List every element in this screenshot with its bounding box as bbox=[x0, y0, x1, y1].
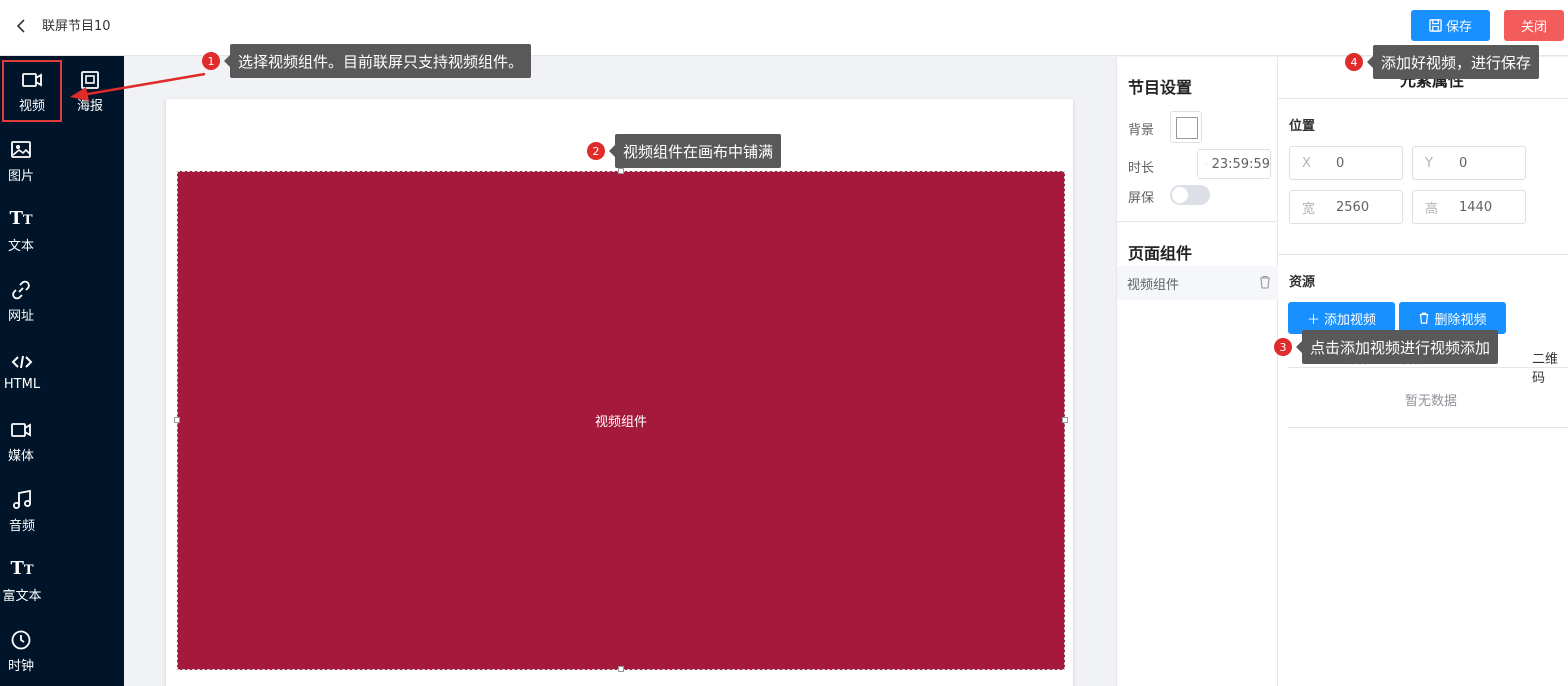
tool-label: HTML bbox=[3, 376, 41, 392]
tool-image[interactable]: 图片 bbox=[0, 130, 51, 192]
width-input[interactable]: 宽 2560 bbox=[1289, 190, 1403, 224]
save-icon bbox=[1429, 19, 1442, 32]
resize-handle-bottom[interactable] bbox=[618, 666, 624, 672]
link-icon bbox=[12, 280, 30, 299]
duration-value: 23:59:59 bbox=[1211, 156, 1270, 172]
height-label: 高 bbox=[1425, 201, 1439, 217]
image-icon bbox=[11, 140, 31, 158]
x-label: X bbox=[1302, 155, 1311, 171]
annotation-tooltip: 添加好视频，进行保存 bbox=[1366, 45, 1540, 79]
tool-label: 海报 bbox=[76, 98, 103, 114]
background-label: 背景 bbox=[1128, 123, 1155, 138]
tool-html[interactable]: HTML bbox=[0, 340, 52, 402]
delete-video-label: 删除视频 bbox=[1434, 312, 1487, 328]
tool-audio[interactable]: 音频 bbox=[0, 480, 52, 542]
position-title: 位置 bbox=[1289, 119, 1316, 134]
trash-icon[interactable] bbox=[1258, 275, 1272, 289]
divider bbox=[1117, 221, 1278, 222]
trash-icon bbox=[1420, 312, 1429, 324]
tool-richtext[interactable]: TT 富文本 bbox=[0, 550, 52, 612]
tool-text[interactable]: TT 文本 bbox=[0, 200, 51, 262]
components-title: 页面组件 bbox=[1128, 244, 1193, 263]
x-input[interactable]: X 0 bbox=[1289, 146, 1403, 180]
tool-poster[interactable]: 海报 bbox=[60, 60, 120, 122]
annotation-badge: 3 bbox=[1274, 338, 1292, 356]
divider bbox=[1288, 427, 1568, 428]
tool-label: 富文本 bbox=[2, 588, 42, 604]
video-component-label: 视频组件 bbox=[594, 415, 647, 430]
text-icon: TT bbox=[9, 207, 33, 229]
resize-handle-top[interactable] bbox=[618, 168, 624, 174]
back-arrow-icon[interactable] bbox=[12, 16, 32, 36]
y-value: 0 bbox=[1459, 155, 1468, 171]
tool-link[interactable]: 网址 bbox=[0, 270, 51, 332]
component-list-item[interactable]: 视频组件 bbox=[1117, 266, 1278, 300]
screensaver-toggle[interactable] bbox=[1170, 185, 1210, 205]
save-label: 保存 bbox=[1445, 20, 1472, 35]
annotation-badge: 1 bbox=[202, 52, 220, 70]
video-icon bbox=[22, 72, 42, 87]
video-component[interactable]: 视频组件 bbox=[177, 171, 1065, 670]
program-settings-panel: 节目设置 背景 时长 23:59:59 屏保 页面组件 视频组件 bbox=[1116, 57, 1278, 686]
richtext-icon: TT bbox=[10, 557, 34, 579]
width-value: 2560 bbox=[1336, 199, 1370, 215]
tool-label: 网址 bbox=[7, 308, 34, 324]
tool-clock[interactable]: 时钟 bbox=[0, 620, 51, 682]
tool-media[interactable]: 媒体 bbox=[0, 410, 51, 472]
code-icon bbox=[11, 355, 33, 368]
program-title: 联屏节目10 bbox=[42, 19, 111, 34]
clock-icon bbox=[1206, 163, 1208, 165]
tool-video[interactable]: 视频 bbox=[2, 60, 62, 122]
annotation-badge: 2 bbox=[587, 142, 605, 160]
empty-state-text: 暂无数据 bbox=[1405, 394, 1458, 409]
tool-label: 音频 bbox=[8, 518, 35, 534]
screensaver-label: 屏保 bbox=[1128, 191, 1155, 206]
height-value: 1440 bbox=[1459, 199, 1493, 215]
tool-label: 图片 bbox=[7, 168, 34, 184]
divider bbox=[1278, 98, 1568, 99]
tool-label: 媒体 bbox=[7, 448, 34, 464]
component-item-label: 视频组件 bbox=[1127, 277, 1180, 293]
media-icon bbox=[11, 422, 31, 437]
duration-input[interactable]: 23:59:59 bbox=[1197, 149, 1271, 179]
poster-icon bbox=[81, 70, 99, 89]
y-label: Y bbox=[1425, 155, 1433, 171]
width-label: 宽 bbox=[1302, 201, 1316, 217]
resize-handle-left[interactable] bbox=[174, 417, 180, 423]
x-value: 0 bbox=[1336, 155, 1345, 171]
clock-icon bbox=[11, 630, 31, 649]
y-input[interactable]: Y 0 bbox=[1412, 146, 1526, 180]
tool-label: 视频 bbox=[18, 98, 45, 114]
save-button[interactable]: 保存 bbox=[1411, 10, 1490, 41]
canvas-page: 视频组件 bbox=[166, 99, 1073, 686]
resource-title: 资源 bbox=[1289, 275, 1316, 290]
divider bbox=[1278, 254, 1568, 255]
close-button[interactable]: 关闭 bbox=[1504, 10, 1564, 41]
divider bbox=[1288, 367, 1568, 368]
background-color-picker[interactable] bbox=[1170, 111, 1202, 143]
plus-icon: ＋ bbox=[1306, 312, 1320, 328]
tool-label: 时钟 bbox=[7, 658, 34, 674]
annotation-tooltip: 点击添加视频进行视频添加 bbox=[1295, 330, 1499, 364]
settings-title: 节目设置 bbox=[1128, 78, 1193, 97]
height-input[interactable]: 高 1440 bbox=[1412, 190, 1526, 224]
tool-label: 文本 bbox=[7, 238, 34, 254]
annotation-tooltip: 视频组件在画布中铺满 bbox=[608, 134, 782, 168]
resize-handle-right[interactable] bbox=[1062, 417, 1068, 423]
annotation-badge: 4 bbox=[1345, 53, 1363, 71]
add-video-label: 添加视频 bbox=[1324, 312, 1377, 328]
element-properties-panel: 元素属性 位置 X 0 Y 0 宽 2560 高 1440 资源 ＋ 添加视频 … bbox=[1278, 57, 1568, 686]
duration-label: 时长 bbox=[1128, 161, 1155, 176]
component-toolbar: 视频 海报 图片 TT 文本 网址 HTML 媒体 音频 TT 富文本 时钟 bbox=[0, 56, 124, 686]
music-icon bbox=[13, 489, 31, 509]
annotation-tooltip: 选择视频组件。目前联屏只支持视频组件。 bbox=[223, 44, 532, 78]
